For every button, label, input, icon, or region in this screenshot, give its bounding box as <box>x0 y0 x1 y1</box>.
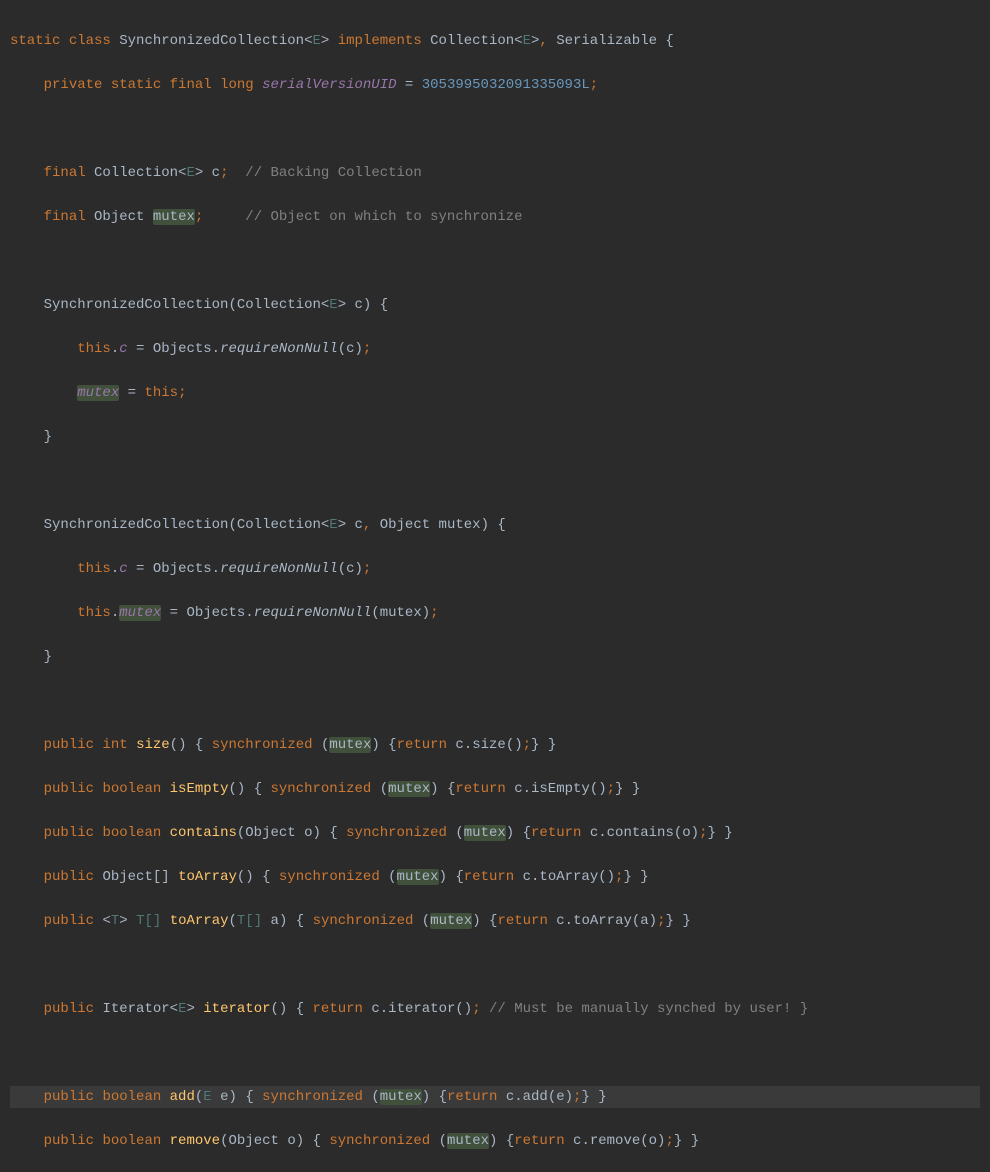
constructor-name: SynchronizedCollection <box>44 297 229 313</box>
constructor-name: SynchronizedCollection <box>44 517 229 533</box>
code-editor[interactable]: static class SynchronizedCollection<E> i… <box>0 0 990 1172</box>
code-line: public int size() { synchronized (mutex)… <box>10 734 980 756</box>
code-line <box>10 118 980 140</box>
class-name: SynchronizedCollection <box>119 33 304 49</box>
code-line: SynchronizedCollection(Collection<E> c, … <box>10 514 980 536</box>
keyword-static: static <box>10 33 60 49</box>
method-iterator: iterator <box>203 1001 270 1017</box>
comment: // Object on which to synchronize <box>245 209 522 225</box>
comment: // Backing Collection <box>245 165 421 181</box>
code-line <box>10 1042 980 1064</box>
code-line: public boolean contains(Object o) { sync… <box>10 822 980 844</box>
highlighted-identifier-mutex: mutex <box>329 737 371 753</box>
method-contains: contains <box>170 825 237 841</box>
code-line <box>10 250 980 272</box>
highlighted-identifier-mutex: mutex <box>397 869 439 885</box>
highlighted-identifier-mutex: mutex <box>430 913 472 929</box>
code-line: this.c = Objects.requireNonNull(c); <box>10 338 980 360</box>
code-line: this.c = Objects.requireNonNull(c); <box>10 558 980 580</box>
code-line: } <box>10 426 980 448</box>
code-line: } <box>10 646 980 668</box>
highlighted-identifier-mutex: mutex <box>464 825 506 841</box>
code-line: public boolean remove(Object o) { synchr… <box>10 1130 980 1152</box>
highlighted-identifier-mutex: mutex <box>119 605 161 621</box>
code-line: public Object[] toArray() { synchronized… <box>10 866 980 888</box>
code-line <box>10 470 980 492</box>
comment: // Must be manually synched by user! <box>489 1001 791 1017</box>
method-remove: remove <box>170 1133 220 1149</box>
code-line: mutex = this; <box>10 382 980 404</box>
method-add: add <box>170 1089 195 1105</box>
method-toarray-generic: toArray <box>170 913 229 929</box>
code-line: this.mutex = Objects.requireNonNull(mute… <box>10 602 980 624</box>
code-line: final Object mutex; // Object on which t… <box>10 206 980 228</box>
code-line: public boolean isEmpty() { synchronized … <box>10 778 980 800</box>
code-line: public Iterator<E> iterator() { return c… <box>10 998 980 1020</box>
code-line <box>10 690 980 712</box>
field-serialversionuid: serialVersionUID <box>262 77 396 93</box>
code-line: static class SynchronizedCollection<E> i… <box>10 30 980 52</box>
method-toarray: toArray <box>178 869 237 885</box>
method-size: size <box>136 737 170 753</box>
highlighted-identifier-mutex: mutex <box>153 209 195 225</box>
highlighted-identifier-mutex: mutex <box>447 1133 489 1149</box>
method-isempty: isEmpty <box>170 781 229 797</box>
code-line: public <T> T[] toArray(T[] a) { synchron… <box>10 910 980 932</box>
code-line: SynchronizedCollection(Collection<E> c) … <box>10 294 980 316</box>
code-line: final Collection<E> c; // Backing Collec… <box>10 162 980 184</box>
highlighted-identifier-mutex: mutex <box>380 1089 422 1105</box>
highlighted-identifier-mutex: mutex <box>77 385 119 401</box>
highlighted-identifier-mutex: mutex <box>388 781 430 797</box>
code-line: private static final long serialVersionU… <box>10 74 980 96</box>
code-line-caret: public boolean add(E e) { synchronized (… <box>10 1086 980 1108</box>
code-line <box>10 954 980 976</box>
keyword-class: class <box>69 33 111 49</box>
